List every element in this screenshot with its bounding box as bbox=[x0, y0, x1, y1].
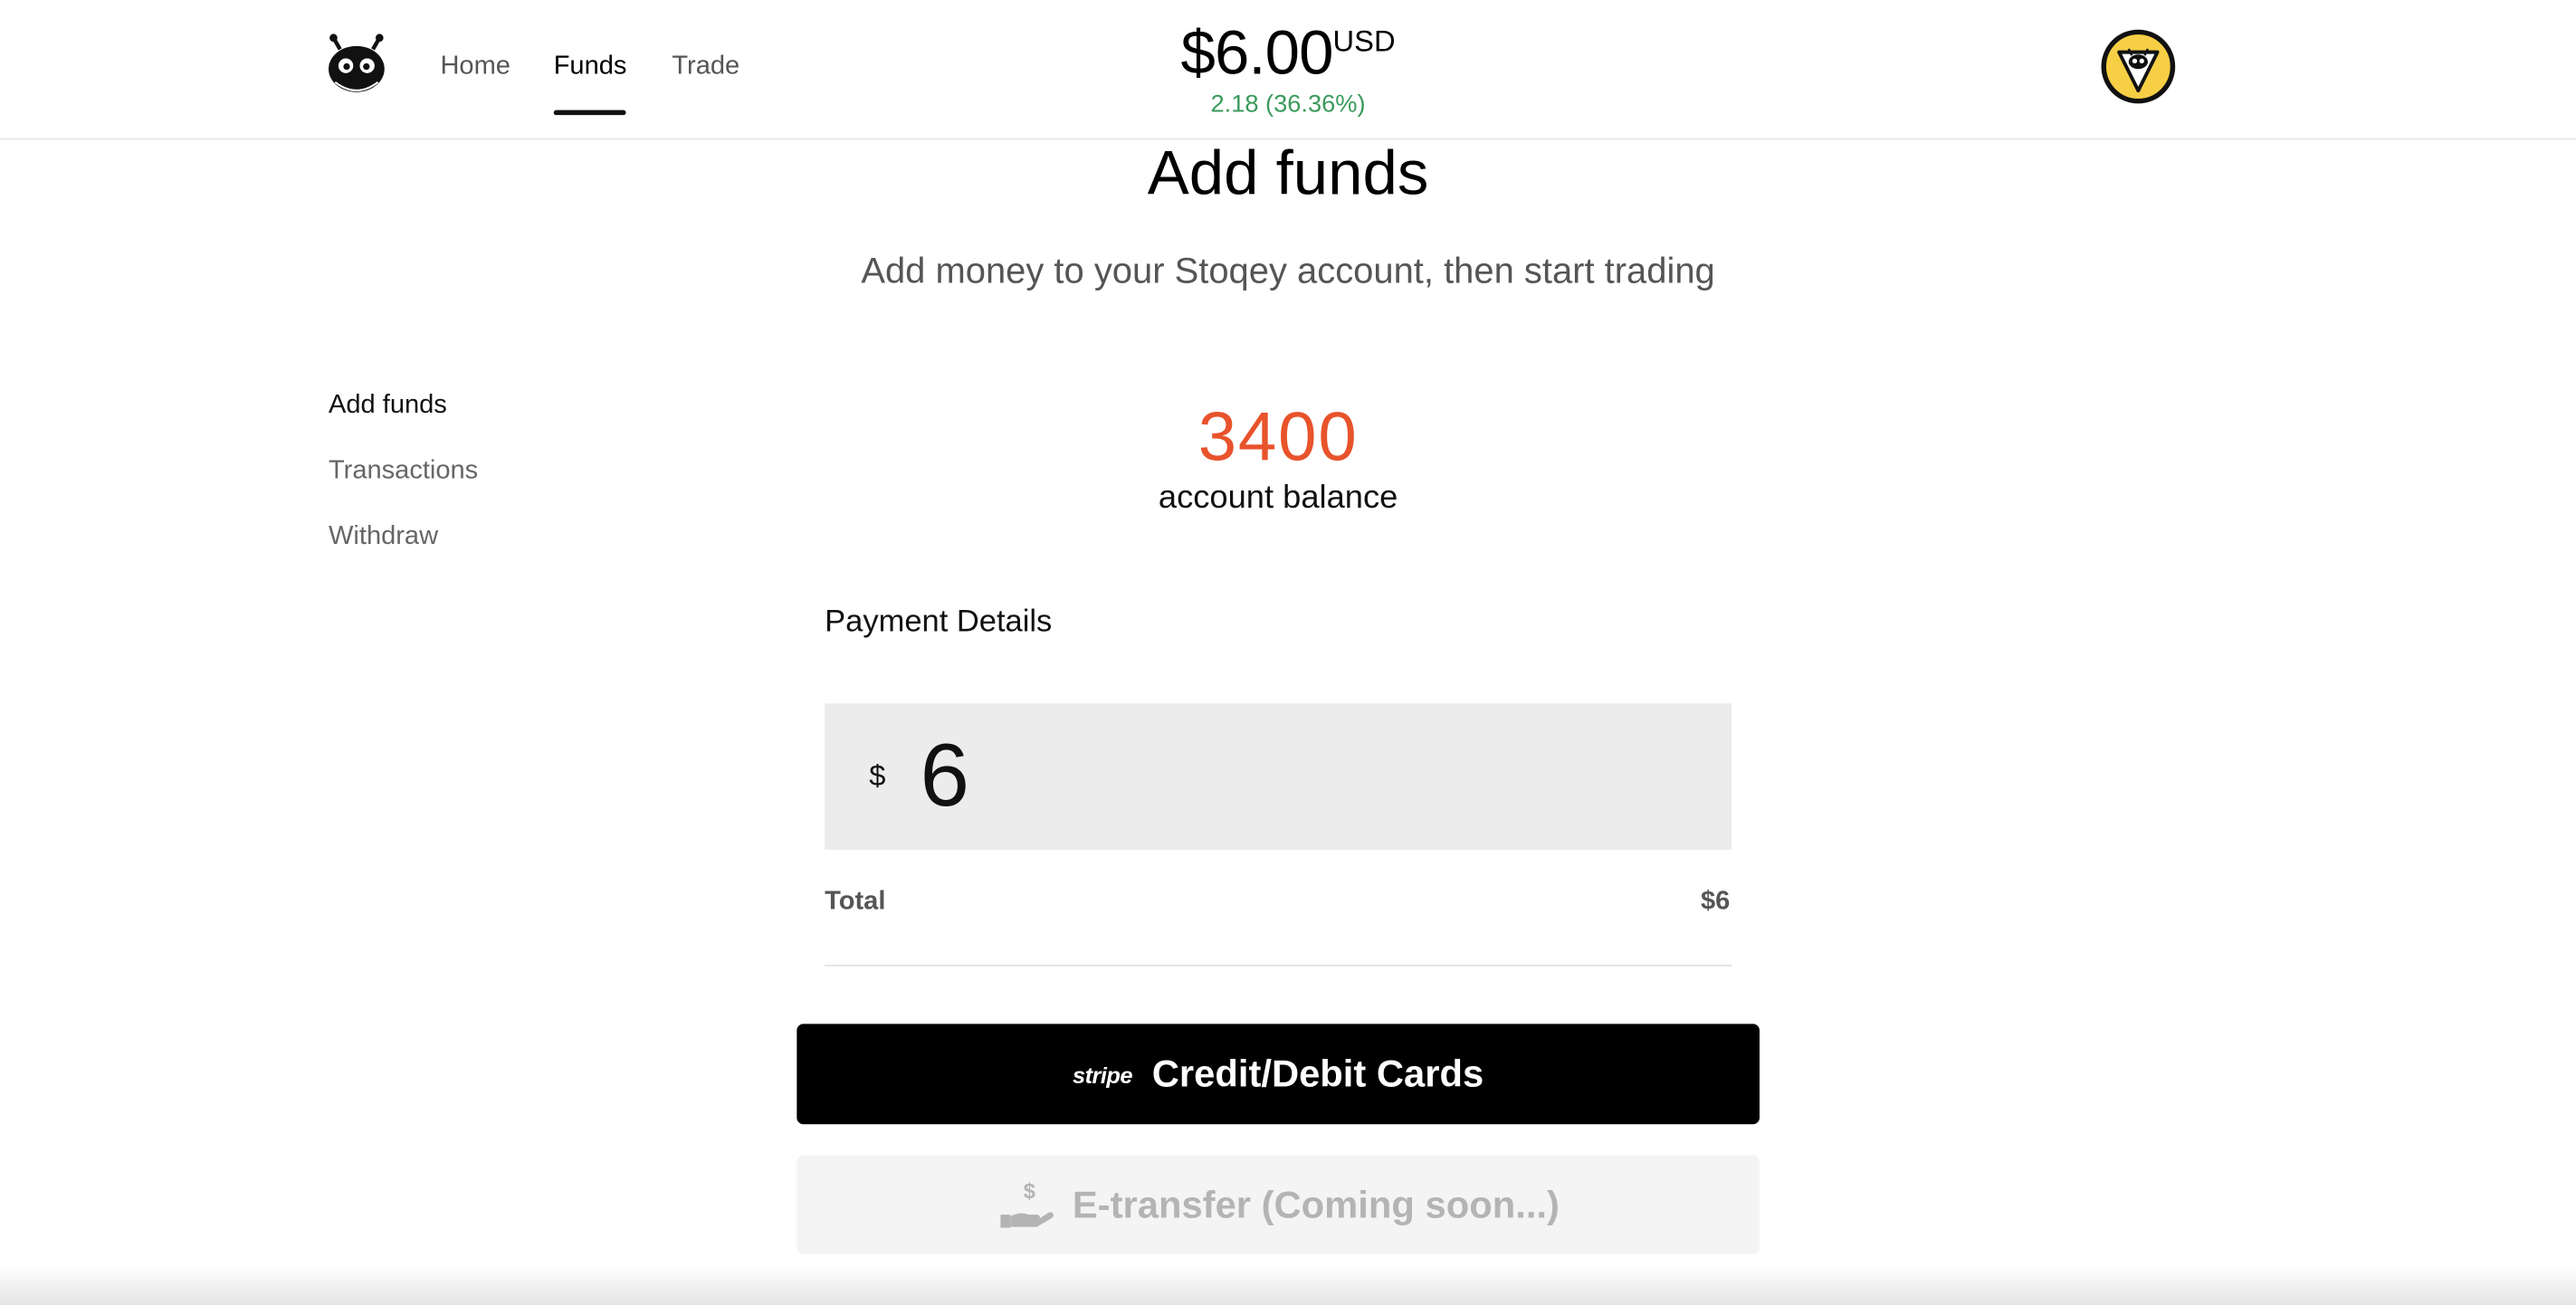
header-balance-change: 2.18 (36.36%) bbox=[1210, 90, 1366, 119]
header-balance: $6.00USD bbox=[0, 20, 2576, 90]
header-balance-unit: USD bbox=[1332, 24, 1396, 58]
header-balance-amount: $6.00 bbox=[1180, 19, 1333, 90]
page-subtitle: Add money to your Stoqey account, then s… bbox=[861, 250, 1715, 291]
etransfer-button: $ E-transfer (Coming soon...) bbox=[797, 1155, 1760, 1254]
total-label: Total bbox=[825, 887, 886, 916]
etransfer-label: E-transfer (Coming soon...) bbox=[1072, 1182, 1560, 1225]
account-balance-label: account balance bbox=[1158, 480, 1398, 517]
total-divider bbox=[825, 965, 1732, 967]
account-balance-value: 3400 bbox=[1197, 397, 1359, 475]
total-value: $6 bbox=[1700, 887, 1731, 916]
page-title: Add funds bbox=[1147, 139, 1429, 209]
amount-field[interactable]: $ bbox=[825, 703, 1732, 850]
svg-text:$: $ bbox=[1023, 1180, 1035, 1204]
payment-details-title: Payment Details bbox=[825, 605, 1053, 640]
amount-input[interactable] bbox=[920, 716, 1709, 835]
credit-debit-card-button[interactable]: stripe Credit/Debit Cards bbox=[797, 1024, 1760, 1125]
user-avatar[interactable] bbox=[2101, 29, 2176, 104]
currency-symbol: $ bbox=[869, 759, 886, 793]
stripe-logo: stripe bbox=[1073, 1061, 1132, 1088]
hand-dollar-icon: $ bbox=[999, 1180, 1054, 1228]
credit-debit-card-label: Credit/Debit Cards bbox=[1151, 1052, 1484, 1095]
top-header: Home Funds Trade $6.00USD 2.18 (36.36%) bbox=[0, 0, 2576, 140]
sidebar-item-withdraw[interactable]: Withdraw bbox=[329, 523, 438, 553]
bottom-shadow bbox=[0, 1265, 2576, 1305]
robot-avatar-icon bbox=[2117, 48, 2160, 93]
